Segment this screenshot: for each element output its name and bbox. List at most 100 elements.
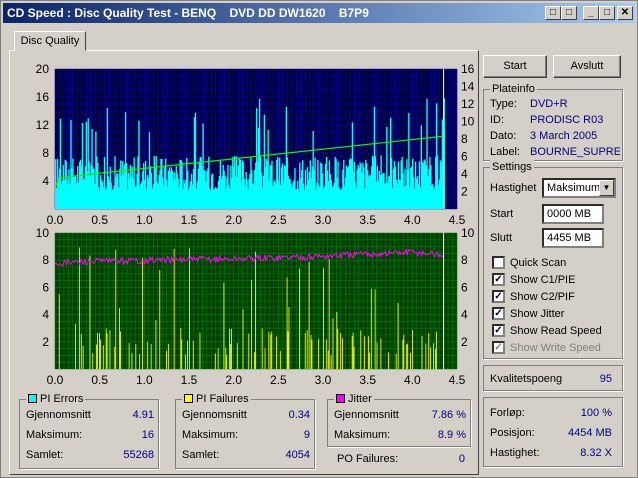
pi-failure-bar [310, 334, 312, 369]
pi-failure-bar [119, 308, 120, 369]
minimize-button[interactable]: _ [583, 6, 599, 20]
checkbox-show-c1-pie[interactable]: ✓ [492, 273, 505, 286]
pi-failure-bar [328, 259, 330, 369]
x-tick-label: 4.5 [449, 373, 466, 387]
pi-failure-bar [402, 339, 404, 369]
pi-failure-bar [428, 333, 430, 369]
y-right-tick-label: 10 [461, 227, 475, 240]
pi-failure-bar [304, 333, 306, 369]
checkbox-quick-scan[interactable] [492, 256, 505, 269]
pi-failure-bar [279, 350, 281, 369]
pi-failure-bar [248, 333, 250, 369]
disc-label-label: Label: [490, 146, 520, 158]
y-right-tick-label: 16 [461, 63, 475, 76]
position-value: 4454 MB [567, 427, 612, 439]
end-mb-input[interactable]: 4455 MB [542, 228, 604, 248]
pi-failure-bar [58, 294, 60, 369]
stat-value: 7.86 % [431, 409, 466, 421]
pi-failure-bar [435, 331, 437, 369]
pi-failure-bar [351, 336, 353, 369]
maximize-button[interactable]: □ [599, 6, 615, 20]
pi-failure-bar [403, 334, 405, 369]
start-mb-input[interactable]: 0000 MB [542, 204, 604, 224]
jitter-group: Jitter Gjennomsnitt 7.86 % Maksimum: 8.9… [327, 392, 471, 447]
pi-failures-title: PI Failures [196, 393, 249, 405]
y-tick-label: 8 [42, 253, 49, 267]
y-right-tick-label: 8 [461, 132, 468, 146]
speed-select[interactable]: Maksimum ▼ [542, 178, 616, 198]
copy-icon[interactable]: □ [545, 6, 561, 20]
pi-errors-chart: 0.0 0.5 1.0 1.5 2.0 2.5 3.0 3.5 4.0 4.54812162024… [36, 63, 475, 227]
x-tick-label: 3.0 [315, 213, 332, 227]
pi-failure-bar [142, 257, 143, 369]
y-right-tick-label: 6 [461, 280, 468, 294]
checkbox-show-write-speed[interactable]: ✓ [492, 341, 505, 354]
save-icon[interactable]: □ [561, 6, 577, 20]
pi-failure-bar [327, 350, 329, 369]
pi-failure-bar [135, 344, 137, 369]
y-right-tick-label: 10 [461, 115, 475, 129]
pi-failure-bar [159, 269, 161, 369]
disc-id-label: ID: [490, 114, 505, 126]
checkbox-show-jitter[interactable]: ✓ [492, 307, 505, 320]
settings-title: Settings [490, 160, 534, 174]
pi-failure-bar [99, 333, 100, 369]
pi-failure-bar [323, 268, 324, 369]
disc-date-value: 3 March 2005 [530, 130, 598, 142]
pi-errors-group: PI Errors Gjennomsnitt 4.91 Maksimum: 16… [19, 392, 159, 469]
y-right-tick-label: 4 [461, 308, 468, 322]
x-tick-label: 0.0 [47, 373, 64, 387]
disc-label-value: BOURNE_SUPRE [530, 146, 620, 158]
stat-label: Samlet: [26, 449, 64, 461]
speed-readout-label: Hastighet: [490, 447, 540, 459]
progress-label: Forløp: [490, 407, 525, 419]
checkbox-label: Show Jitter [510, 308, 565, 320]
pi-failure-bar [173, 248, 175, 369]
quality-value: 95 [599, 373, 612, 385]
pi-errors-legend-swatch [28, 394, 37, 403]
x-tick-label: 1.0 [136, 213, 153, 227]
position-label: Posisjon: [490, 427, 535, 439]
checkbox-label: Show Write Speed [510, 342, 601, 354]
pi-failure-bar [287, 331, 289, 369]
pi-failure-bar [115, 249, 117, 369]
disc-id-value: PRODISC R03 [530, 114, 604, 126]
pi-failure-bar [128, 343, 130, 369]
start-button[interactable]: Start [483, 55, 547, 78]
pi-failure-bar [421, 336, 423, 369]
pi-failure-bar [407, 343, 409, 369]
plateinfo-title: Plateinfo [490, 82, 537, 96]
plateinfo-group: Plateinfo Type: DVD+R ID: PRODISC R03 Da… [483, 82, 623, 161]
title-bar: CD Speed : Disc Quality Test - BENQ DVD … [3, 3, 635, 23]
pi-failure-bar [264, 348, 266, 369]
chevron-down-icon[interactable]: ▼ [599, 180, 614, 196]
pi-failure-bar [109, 329, 111, 369]
x-tick-label: 4.0 [404, 373, 421, 387]
pi-failure-bar [181, 339, 183, 369]
checkbox-show-c2-pif[interactable]: ✓ [492, 290, 505, 303]
checkbox-label: Show C1/PIE [510, 274, 576, 286]
stat-label: Maksimum: [334, 429, 391, 441]
pi-failure-bar [89, 255, 91, 369]
pi-failure-bar [340, 333, 342, 369]
close-button[interactable]: ✕ [617, 6, 633, 20]
y-tick-label: 12 [36, 118, 50, 132]
pi-failure-bar [251, 279, 253, 369]
pi-failure-bar [368, 352, 370, 369]
pi-failure-bar [192, 340, 194, 369]
pi-failure-bar [189, 248, 190, 369]
pi-failure-bar [318, 338, 320, 369]
tab-disc-quality[interactable]: Disc Quality [14, 31, 86, 51]
stat-value: 4054 [285, 449, 310, 461]
checkbox-show-read-speed[interactable]: ✓ [492, 324, 505, 337]
pi-failure-bar [364, 336, 366, 369]
pi-failure-bar [155, 320, 157, 369]
pi-failure-bar [288, 306, 290, 369]
end-mb-label: Slutt [490, 232, 513, 244]
pi-failure-bar [306, 330, 308, 369]
stat-value: 9 [303, 429, 310, 441]
pi-failure-bar [342, 338, 344, 369]
exit-button[interactable]: Avslutt [553, 55, 621, 78]
disc-type-label: Type: [490, 98, 517, 110]
pi-failure-bar [96, 344, 98, 369]
